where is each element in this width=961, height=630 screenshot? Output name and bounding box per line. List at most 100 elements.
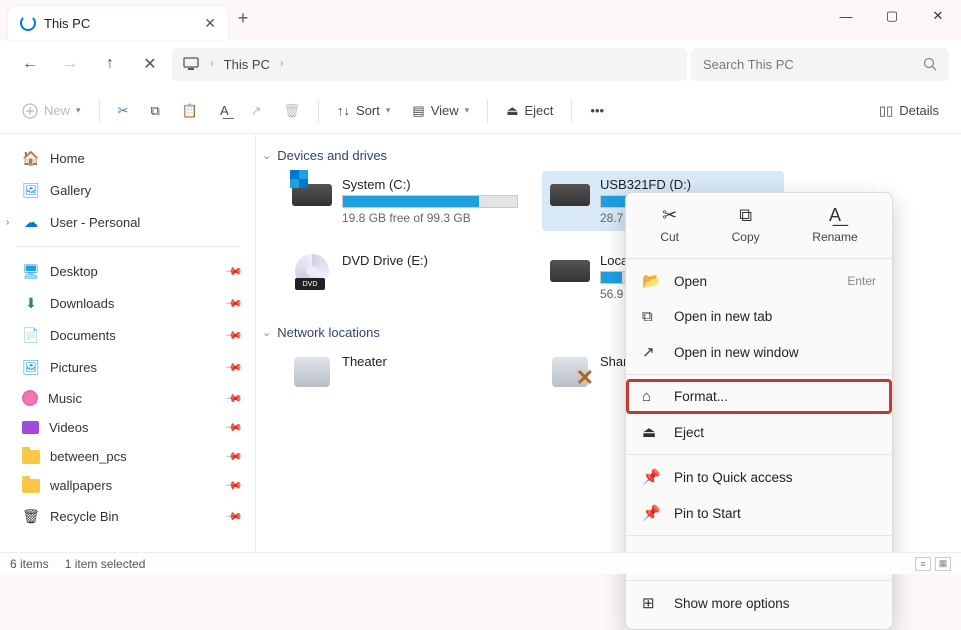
- view-list-icon[interactable]: ≡: [915, 557, 931, 571]
- up-button[interactable]: ↑: [92, 46, 128, 82]
- sidebar-item-videos[interactable]: Videos 📌: [4, 413, 251, 442]
- drive-item[interactable]: System (C:) 19.8 GB free of 99.3 GB: [284, 171, 526, 231]
- sidebar-item-between_pcs[interactable]: between_pcs 📌: [4, 442, 251, 471]
- drive-item[interactable]: DVD DVD Drive (E:): [284, 247, 526, 307]
- sidebar-item-wallpapers[interactable]: wallpapers 📌: [4, 471, 251, 500]
- ctx-item-pin to -tart[interactable]: 📌 Pin to Start: [626, 495, 892, 531]
- ctx-item-icon: ⌂: [642, 388, 660, 405]
- sidebar-item-pictures[interactable]: 🖼Pictures 📌: [4, 351, 251, 383]
- crumb-this-pc[interactable]: This PC: [224, 57, 270, 72]
- ctx-item--how more option[interactable]: ⊞ Show more options: [626, 585, 892, 621]
- sidebar-item-label: Music: [48, 391, 82, 406]
- trash-icon: 🗑: [284, 103, 301, 119]
- pin-icon: 📌: [225, 262, 244, 281]
- sidebar-item-desktop[interactable]: 🖥Desktop 📌: [4, 255, 251, 287]
- ctx-item-label: Open in new tab: [674, 309, 772, 324]
- music-icon: [22, 390, 38, 406]
- view-grid-icon[interactable]: ▦: [935, 557, 951, 571]
- sidebar-item-label: between_pcs: [50, 449, 127, 464]
- view-button[interactable]: ▤View▾: [402, 94, 479, 128]
- ctx-item-icon: ↗: [642, 343, 660, 361]
- eject-button[interactable]: ⏏Eject: [496, 94, 563, 128]
- breadcrumb[interactable]: › This PC ›: [172, 48, 687, 81]
- new-tab-button[interactable]: +: [228, 8, 258, 33]
- drive-icon: [550, 177, 590, 213]
- ctx-item-open in new tab[interactable]: ⧉ Open in new tab: [626, 299, 892, 334]
- tab-close-icon[interactable]: ✕: [204, 15, 216, 32]
- close-button[interactable]: ✕: [915, 0, 961, 32]
- sidebar-item-downloads[interactable]: ⬇Downloads 📌: [4, 287, 251, 319]
- titlebar: This PC ✕ + — ▢ ✕: [0, 0, 961, 40]
- clipboard-icon: 📋: [182, 103, 198, 119]
- search-placeholder: Search This PC: [703, 57, 794, 72]
- status-bar: 6 items 1 item selected ≡ ▦: [0, 552, 961, 574]
- sidebar-item-label: Videos: [49, 420, 89, 435]
- folder-icon: [22, 450, 40, 464]
- pictures-icon: 🖼: [22, 358, 40, 376]
- pin-icon: 📌: [225, 476, 244, 495]
- copy-button[interactable]: ⧉: [140, 94, 169, 128]
- ctx-item-eject[interactable]: ⏏ Eject: [626, 414, 892, 450]
- ctx-item-label: Pin to Start: [674, 506, 741, 521]
- details-pane-icon: ▯▯: [879, 103, 893, 119]
- share-icon: ↗: [251, 103, 262, 119]
- sidebar-item-user - personal[interactable]: › ☁User - Personal: [4, 206, 251, 238]
- forward-button[interactable]: →: [52, 46, 88, 82]
- folder-icon: [22, 479, 40, 493]
- sidebar-item-music[interactable]: Music 📌: [4, 383, 251, 413]
- network-drive-icon: ✕: [550, 354, 590, 390]
- ctx-item-label: Eject: [674, 425, 704, 440]
- paste-button[interactable]: 📋: [172, 94, 208, 128]
- ctx-item-icon: ⏏: [642, 423, 660, 441]
- back-button[interactable]: ←: [12, 46, 48, 82]
- tab-title: This PC: [44, 16, 90, 31]
- plus-circle-icon: [22, 103, 38, 119]
- tab-this-pc[interactable]: This PC ✕: [8, 6, 228, 40]
- chevron-right-icon[interactable]: ›: [6, 217, 9, 228]
- more-button[interactable]: •••: [580, 94, 614, 128]
- ctx-item-pin to quick acce[interactable]: 📌 Pin to Quick access: [626, 459, 892, 495]
- sidebar-item-home[interactable]: 🏠Home: [4, 142, 251, 174]
- delete-button[interactable]: 🗑: [274, 94, 311, 128]
- sidebar-item-label: Recycle Bin: [50, 509, 119, 524]
- rename-button[interactable]: A͟: [210, 94, 239, 128]
- cut-icon: ✂: [662, 205, 677, 225]
- network-drive-icon: [292, 354, 332, 390]
- ctx-rename-button[interactable]: A͟ Rename: [812, 205, 857, 244]
- rename-icon: A͟: [220, 103, 229, 118]
- sidebar-item-recycle bin[interactable]: 🗑Recycle Bin 📌: [4, 500, 251, 532]
- ctx-item-open in new window[interactable]: ↗ Open in new window: [626, 334, 892, 370]
- sidebar-item-label: wallpapers: [50, 478, 112, 493]
- ctx-item-label: Open in new window: [674, 345, 799, 360]
- refresh-button[interactable]: ✕: [132, 46, 168, 82]
- rename-icon: A͟: [829, 205, 841, 225]
- more-icon: •••: [590, 103, 604, 118]
- ctx-item-label: Show more options: [674, 596, 790, 611]
- status-item-count: 6 items: [10, 557, 49, 571]
- search-icon: [923, 57, 937, 71]
- search-input[interactable]: Search This PC: [691, 48, 949, 81]
- maximize-button[interactable]: ▢: [869, 0, 915, 32]
- share-button[interactable]: ↗: [241, 94, 272, 128]
- ctx-item-format[interactable]: ⌂ Format...: [626, 379, 892, 414]
- section-devices[interactable]: ⌄Devices and drives: [262, 144, 945, 167]
- network-location-item[interactable]: Theater: [284, 348, 526, 396]
- toolbar: New▾ ✂ ⧉ 📋 A͟ ↗ 🗑 ↑↓Sort▾ ▤View▾ ⏏Eject …: [0, 88, 961, 134]
- ctx-item-open[interactable]: 📂 Open Enter: [626, 263, 892, 299]
- ctx-cut-button[interactable]: ✂ Cut: [660, 205, 679, 244]
- pin-icon: 📌: [225, 326, 244, 345]
- sidebar-item-documents[interactable]: 📄Documents 📌: [4, 319, 251, 351]
- minimize-button[interactable]: —: [823, 0, 869, 32]
- pin-icon: 📌: [225, 389, 244, 408]
- ctx-copy-button[interactable]: ⧉ Copy: [732, 205, 760, 244]
- sort-button[interactable]: ↑↓Sort▾: [327, 94, 400, 128]
- chevron-right-icon[interactable]: ›: [280, 58, 284, 70]
- sidebar-item-gallery[interactable]: 🖼Gallery: [4, 174, 251, 206]
- drive-name: System (C:): [342, 177, 518, 192]
- new-button[interactable]: New▾: [12, 94, 91, 128]
- ctx-item-label: Format...: [674, 389, 728, 404]
- details-button[interactable]: ▯▯Details: [869, 94, 949, 128]
- pin-icon: 📌: [225, 294, 244, 313]
- cut-button[interactable]: ✂: [108, 94, 139, 128]
- pin-icon: 📌: [225, 418, 244, 437]
